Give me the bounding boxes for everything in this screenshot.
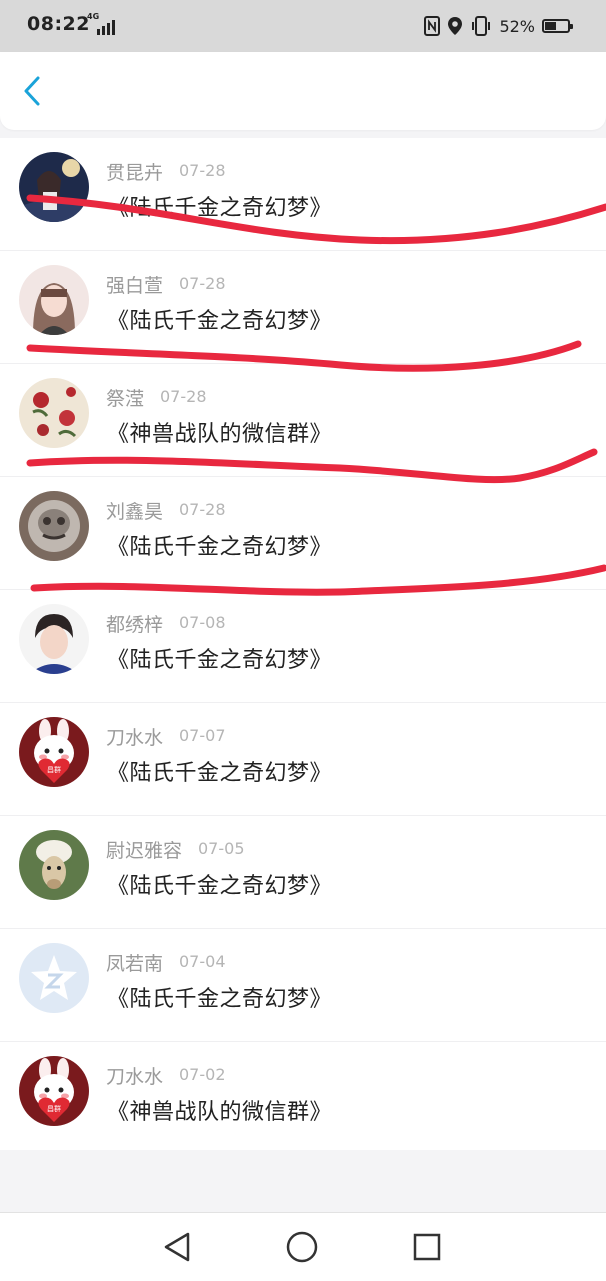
avatar[interactable] [19, 378, 89, 448]
message-text: 《陆氏千金之奇幻梦》 [107, 987, 333, 1012]
default-qzone-star-icon [19, 943, 89, 1013]
cartoon-bunny-heart-icon: 昌群 [19, 1056, 89, 1126]
nfc-icon [424, 16, 441, 36]
message-text: 《陆氏千金之奇幻梦》 [107, 309, 333, 334]
battery-percent: 52% [499, 16, 535, 36]
message-date: 07-28 [160, 387, 207, 406]
avatar[interactable] [19, 152, 89, 222]
boy-photo-icon [19, 604, 89, 674]
sender-name: 刀水水 [106, 727, 164, 749]
anime-girl-dark-icon [19, 152, 89, 222]
message-row[interactable]: 都绣梓 07-08 《陆氏千金之奇幻梦》 [0, 590, 606, 703]
cartoon-bunny-heart-icon: 昌群 [19, 717, 89, 787]
sender-name: 尉迟雅容 [106, 840, 183, 862]
message-date: 07-07 [179, 726, 226, 745]
girl-photo-icon [19, 265, 89, 335]
message-row[interactable]: 贯昆卉 07-28 《陆氏千金之奇幻梦》 [0, 138, 606, 251]
message-text: 《陆氏千金之奇幻梦》 [107, 196, 333, 221]
message-list: 贯昆卉 07-28 《陆氏千金之奇幻梦》 强白萱 07-28 《陆氏千金之奇幻梦》 祭滢 07… [0, 138, 606, 1150]
message-date: 07-02 [179, 1065, 226, 1084]
nav-back-button[interactable] [160, 1229, 196, 1265]
avatar[interactable] [19, 265, 89, 335]
svg-text:昌群: 昌群 [47, 765, 61, 774]
location-icon [448, 17, 463, 35]
message-text: 《神兽战队的微信群》 [107, 1100, 333, 1125]
system-nav-bar [0, 1212, 606, 1281]
avatar[interactable] [19, 830, 89, 900]
top-nav-bar [0, 52, 606, 130]
message-date: 07-28 [179, 161, 226, 180]
avatar[interactable]: 昌群 [19, 717, 89, 787]
metal-mask-icon [19, 491, 89, 561]
square-recents-icon [413, 1233, 441, 1261]
status-time: 08:22 [27, 13, 90, 35]
vibrate-icon [472, 16, 491, 36]
message-text: 《神兽战队的微信群》 [107, 422, 333, 447]
message-row[interactable]: 尉迟雅容 07-05 《陆氏千金之奇幻梦》 [0, 816, 606, 929]
sender-name: 强白萱 [106, 275, 164, 297]
nav-home-button[interactable] [284, 1229, 320, 1265]
chevron-left-icon [24, 76, 40, 106]
message-date: 07-05 [198, 839, 245, 858]
message-text: 《陆氏千金之奇幻梦》 [107, 874, 333, 899]
avatar[interactable] [19, 491, 89, 561]
back-button[interactable] [18, 74, 48, 108]
message-text: 《陆氏千金之奇幻梦》 [107, 648, 333, 673]
avatar[interactable] [19, 604, 89, 674]
message-row[interactable]: 凤若南 07-04 《陆氏千金之奇幻梦》 [0, 929, 606, 1042]
message-text: 《陆氏千金之奇幻梦》 [107, 761, 333, 786]
sender-name: 刘鑫昊 [106, 501, 164, 523]
cellular-signal-icon: 4G [87, 13, 121, 37]
sender-name: 贯昆卉 [106, 162, 164, 184]
message-row[interactable]: 昌群 刀水水 07-07 《陆氏千金之奇幻梦》 [0, 703, 606, 816]
roses-pattern-icon [19, 378, 89, 448]
avatar[interactable]: 昌群 [19, 1056, 89, 1126]
message-text: 《陆氏千金之奇幻梦》 [107, 535, 333, 560]
circle-home-icon [286, 1231, 318, 1263]
triangle-back-icon [164, 1232, 190, 1262]
alpaca-icon [19, 830, 89, 900]
message-date: 07-28 [179, 274, 226, 293]
battery-icon [542, 19, 573, 33]
sender-name: 凤若南 [106, 953, 164, 975]
nav-recents-button[interactable] [409, 1229, 445, 1265]
message-date: 07-04 [179, 952, 226, 971]
message-row[interactable]: 刘鑫昊 07-28 《陆氏千金之奇幻梦》 [0, 477, 606, 590]
svg-text:昌群: 昌群 [47, 1104, 61, 1113]
sender-name: 刀水水 [106, 1066, 164, 1088]
message-row[interactable]: 昌群 刀水水 07-02 《神兽战队的微信群》 [0, 1042, 606, 1155]
sender-name: 祭滢 [106, 388, 145, 410]
message-date: 07-28 [179, 500, 226, 519]
message-date: 07-08 [179, 613, 226, 632]
sender-name: 都绣梓 [106, 614, 164, 636]
status-bar: 08:22 4G 52% [0, 0, 606, 52]
avatar[interactable] [19, 943, 89, 1013]
message-row[interactable]: 强白萱 07-28 《陆氏千金之奇幻梦》 [0, 251, 606, 364]
message-row[interactable]: 祭滢 07-28 《神兽战队的微信群》 [0, 364, 606, 477]
